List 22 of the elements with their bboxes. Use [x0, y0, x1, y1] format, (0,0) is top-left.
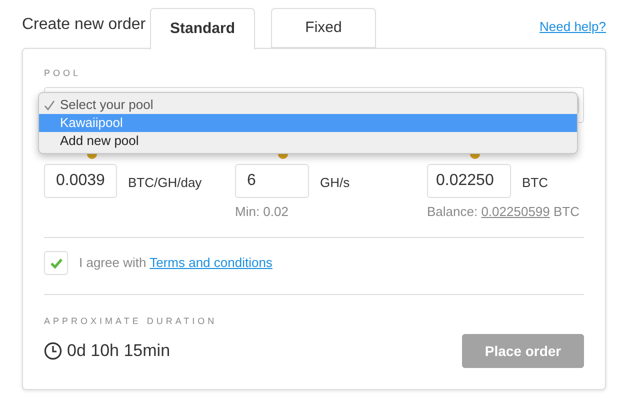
clock-icon — [44, 342, 62, 360]
tab[interactable]: Fixed — [271, 8, 376, 48]
check-icon — [44, 100, 55, 110]
input-field[interactable]: 0.02250 — [427, 164, 511, 198]
input-field[interactable]: 0.0039 — [44, 164, 117, 198]
field-label: POOL — [44, 67, 82, 79]
unit-label: BTC/GH/day — [128, 174, 202, 192]
unit-label: BTC — [522, 174, 548, 192]
dropdown-option[interactable]: Add new pool — [39, 132, 577, 150]
page-title: Create new order — [22, 15, 147, 35]
unit-label: GH/s — [320, 174, 350, 192]
tab[interactable]: Standard — [150, 8, 255, 50]
dropdown-option[interactable]: Select your pool — [39, 96, 577, 114]
balance-link[interactable]: 0.02250599 — [481, 204, 550, 219]
field-label: APPROXIMATE DURATION — [44, 315, 218, 327]
duration-value: 0d 10h 15min — [67, 340, 170, 362]
agreement-text: I agree with Terms and conditions — [79, 254, 272, 272]
checkbox[interactable] — [44, 251, 68, 275]
hint-text: Min: 0.02 — [235, 204, 290, 220]
hint-text: Balance: 0.02250599 BTC — [427, 204, 581, 220]
input-field[interactable]: 6 — [235, 164, 309, 198]
check-icon — [50, 258, 62, 268]
